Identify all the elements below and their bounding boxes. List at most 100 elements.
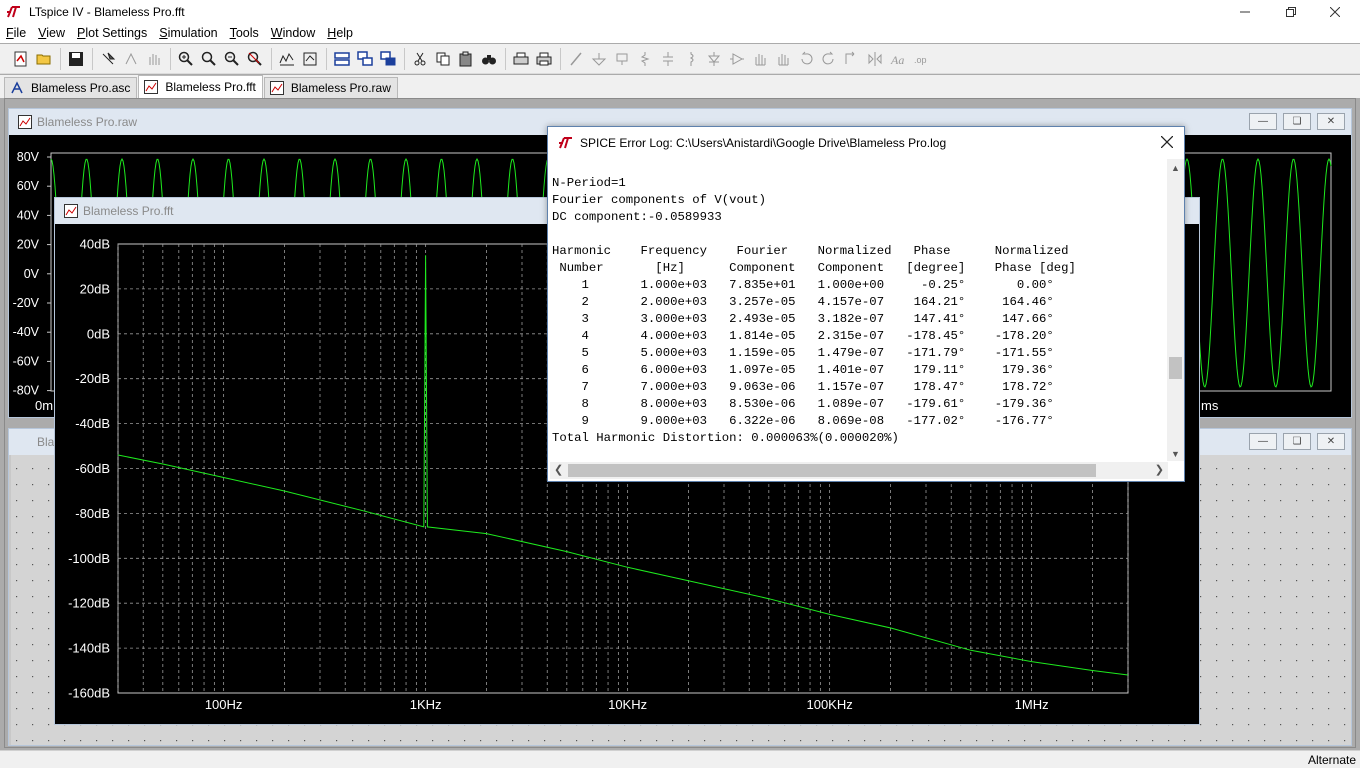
title-bar: LTspice IV - Blameless Pro.fft xyxy=(0,0,1360,23)
scroll-left-arrow-icon[interactable]: ❮ xyxy=(554,463,563,476)
raw-y-tick-label: 80V xyxy=(17,150,40,164)
tab-raw[interactable]: Blameless Pro.raw xyxy=(263,77,398,98)
close-button[interactable] xyxy=(1312,0,1358,23)
toolbar-separator xyxy=(326,47,327,70)
text-icon[interactable]: Aa xyxy=(887,48,909,70)
menu-window[interactable]: Window xyxy=(265,26,321,40)
tile-horizontal-icon[interactable] xyxy=(331,48,353,70)
log-line: 7 7.000e+03 9.063e-06 1.157e-07 178.47° … xyxy=(552,380,1054,394)
drag-hand-icon[interactable] xyxy=(772,48,794,70)
paste-icon[interactable] xyxy=(455,48,477,70)
menu-help[interactable]: Help xyxy=(321,26,359,40)
fft-x-tick-label: 100Hz xyxy=(205,697,243,712)
raw-y-tick-label: -60V xyxy=(13,354,40,368)
tab-schematic[interactable]: Blameless Pro.asc xyxy=(4,77,138,98)
rotate-icon[interactable] xyxy=(841,48,863,70)
minimize-button[interactable] xyxy=(1222,0,1268,23)
autorange-icon[interactable] xyxy=(276,48,298,70)
cut-icon[interactable] xyxy=(409,48,431,70)
diode-icon[interactable] xyxy=(703,48,725,70)
dialog-close-button[interactable] xyxy=(1156,131,1178,153)
capacitor-icon[interactable] xyxy=(657,48,679,70)
menu-file[interactable]: File xyxy=(0,26,32,40)
move-hand-icon[interactable] xyxy=(749,48,771,70)
label-net-icon[interactable] xyxy=(611,48,633,70)
zoom-fit-icon[interactable] xyxy=(198,48,220,70)
fft-y-tick-label: 0dB xyxy=(87,326,110,341)
scroll-up-arrow-icon[interactable]: ▲ xyxy=(1171,163,1180,173)
waveform-icon xyxy=(143,79,159,95)
log-line: 5 5.000e+03 1.159e-05 1.479e-07 -171.79°… xyxy=(552,346,1054,360)
control-panel-icon[interactable] xyxy=(97,48,119,70)
copy-icon[interactable] xyxy=(432,48,454,70)
waveform-icon xyxy=(269,80,285,96)
log-line: Number [Hz] Component Component [degree]… xyxy=(552,261,1076,275)
undo-icon[interactable] xyxy=(795,48,817,70)
scroll-right-arrow-icon[interactable]: ❯ xyxy=(1155,463,1164,476)
fft-y-tick-label: -40dB xyxy=(75,416,110,431)
spice-directive-icon[interactable]: .op xyxy=(910,48,932,70)
print-icon[interactable] xyxy=(533,48,555,70)
log-line: 1 1.000e+03 7.835e+01 1.000e+00 -0.25° 0… xyxy=(552,278,1054,292)
menu-view[interactable]: View xyxy=(32,26,71,40)
zoom-out-icon[interactable] xyxy=(221,48,243,70)
raw-y-tick-label: 40V xyxy=(17,208,40,222)
print-preview-icon[interactable] xyxy=(510,48,532,70)
mark-data-icon[interactable] xyxy=(299,48,321,70)
dialog-title: SPICE Error Log: C:\Users\Anistardi\Goog… xyxy=(580,135,947,150)
ltspice-logo-icon xyxy=(558,136,574,149)
redo-icon[interactable] xyxy=(818,48,840,70)
toolbar-separator xyxy=(170,47,171,70)
menu-tools[interactable]: Tools xyxy=(224,26,265,40)
ground-icon[interactable] xyxy=(588,48,610,70)
log-line: Fourier components of V(vout) xyxy=(552,193,767,207)
schematic-icon xyxy=(9,80,25,96)
dialog-titlebar[interactable]: SPICE Error Log: C:\Users\Anistardi\Goog… xyxy=(548,127,1184,158)
find-binoculars-icon[interactable] xyxy=(478,48,500,70)
raw-x-left-label: 0m xyxy=(35,398,53,413)
svg-text:Aa: Aa xyxy=(890,53,904,67)
log-line: DC component:-0.0589933 xyxy=(552,210,722,224)
inductor-icon[interactable] xyxy=(680,48,702,70)
restore-button[interactable] xyxy=(1268,0,1314,23)
hscroll-thumb[interactable] xyxy=(568,464,1096,477)
toolbar: Aa .op xyxy=(0,44,1360,74)
scroll-down-arrow-icon[interactable]: ▼ xyxy=(1171,449,1180,459)
fft-y-tick-label: -160dB xyxy=(68,686,110,701)
component-icon[interactable] xyxy=(726,48,748,70)
toolbar-separator xyxy=(404,47,405,70)
status-bar: Alternate xyxy=(0,750,1360,768)
log-line: Harmonic Frequency Fourier Normalized Ph… xyxy=(552,244,1069,258)
fft-y-tick-label: -120dB xyxy=(68,596,110,611)
tile-vertical-icon[interactable] xyxy=(377,48,399,70)
menu-plot-settings[interactable]: Plot Settings xyxy=(71,26,153,40)
zoom-in-icon[interactable] xyxy=(175,48,197,70)
log-line: 8 8.000e+03 8.530e-06 1.089e-07 -179.61°… xyxy=(552,397,1054,411)
log-line: 4 4.000e+03 1.814e-05 2.315e-07 -178.45°… xyxy=(552,329,1054,343)
horizontal-scrollbar[interactable]: ❮ ❯ xyxy=(550,462,1168,479)
zoom-cancel-icon[interactable] xyxy=(244,48,266,70)
toolbar-separator xyxy=(92,47,93,70)
run-icon[interactable] xyxy=(120,48,142,70)
pan-hand-icon[interactable] xyxy=(143,48,165,70)
mirror-icon[interactable] xyxy=(864,48,886,70)
new-schematic-icon[interactable] xyxy=(10,48,32,70)
save-icon[interactable] xyxy=(65,48,87,70)
raw-y-tick-label: 20V xyxy=(17,238,40,252)
tab-fft[interactable]: Blameless Pro.fft xyxy=(138,75,263,98)
vertical-scrollbar[interactable]: ▲ ▼ xyxy=(1167,159,1184,461)
resistor-icon[interactable] xyxy=(634,48,656,70)
toolbar-separator xyxy=(505,47,506,70)
raw-y-tick-label: -40V xyxy=(13,325,40,339)
fft-x-tick-label: 1MHz xyxy=(1015,697,1049,712)
cascade-windows-icon[interactable] xyxy=(354,48,376,70)
fft-y-tick-label: -20dB xyxy=(75,371,110,386)
menu-simulation[interactable]: Simulation xyxy=(153,26,223,40)
svg-text:.op: .op xyxy=(914,55,927,65)
log-line: 6 6.000e+03 1.097e-05 1.401e-07 179.11° … xyxy=(552,363,1054,377)
scroll-thumb[interactable] xyxy=(1169,357,1182,379)
open-folder-icon[interactable] xyxy=(33,48,55,70)
draw-wire-icon[interactable] xyxy=(565,48,587,70)
log-text-area[interactable]: N-Period=1 Fourier components of V(vout) D… xyxy=(550,159,1168,459)
